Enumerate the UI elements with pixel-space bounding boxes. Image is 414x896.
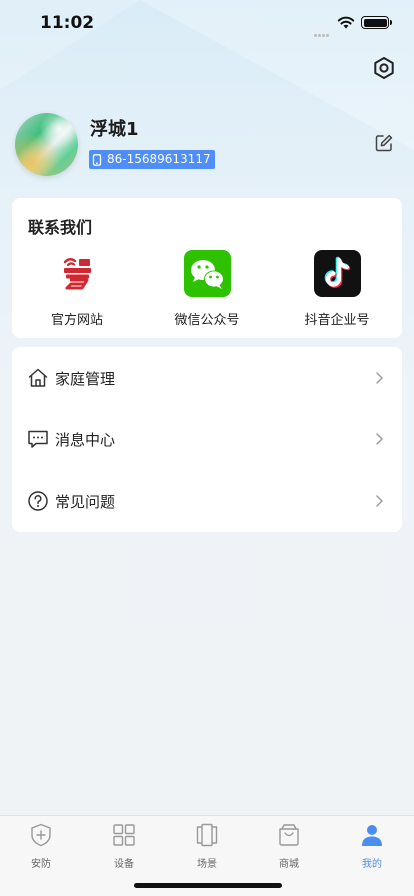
shield-icon xyxy=(31,823,51,847)
status-bar: 11:02 xyxy=(0,0,414,48)
contact-us-card: 联系我们 官方网站 微信公众号 抖音企业号 xyxy=(12,198,402,338)
edit-icon[interactable] xyxy=(374,133,394,153)
home-indicator xyxy=(134,883,282,888)
chevron-right-icon xyxy=(376,372,383,384)
contact-label-website: 官方网站 xyxy=(50,313,103,328)
tab-security[interactable]: 安防 xyxy=(11,822,71,872)
question-icon xyxy=(28,491,48,511)
menu-item-faq[interactable]: 常见问题 xyxy=(12,470,402,532)
tab-mine[interactable]: 我的 xyxy=(342,822,402,872)
official-website-icon xyxy=(53,250,101,297)
menu-label-message-center: 消息中心 xyxy=(55,431,116,449)
wechat-icon xyxy=(183,250,231,297)
cellular-signal-icon xyxy=(314,22,332,37)
wifi-icon xyxy=(337,16,355,29)
tab-label-devices: 设备 xyxy=(114,859,134,870)
menu-item-message-center[interactable]: 消息中心 xyxy=(12,408,402,470)
message-icon xyxy=(28,430,48,448)
settings-menu-card: 家庭管理 消息中心 常见问题 xyxy=(12,347,402,532)
tab-devices[interactable]: 设备 xyxy=(94,822,154,872)
contact-label-douyin: 抖音企业号 xyxy=(304,313,370,328)
tab-shop[interactable]: 商城 xyxy=(259,822,319,872)
tab-scenes[interactable]: 场景 xyxy=(177,822,237,872)
phone-number: 86-15689613117 xyxy=(107,152,211,166)
tab-label-shop: 商城 xyxy=(279,859,299,870)
chevron-right-icon xyxy=(376,495,383,507)
tab-label-scenes: 场景 xyxy=(197,859,217,870)
tab-label-security: 安防 xyxy=(31,859,51,870)
user-icon xyxy=(362,825,382,846)
chevron-right-icon xyxy=(376,433,383,445)
user-name: 浮城1 xyxy=(90,119,139,140)
menu-label-family-management: 家庭管理 xyxy=(55,370,116,388)
battery-icon xyxy=(361,16,392,29)
tab-label-mine: 我的 xyxy=(362,859,382,870)
shop-bag-icon xyxy=(279,824,299,846)
menu-label-faq: 常见问题 xyxy=(55,493,116,511)
scene-icon xyxy=(196,823,218,847)
contact-official-website[interactable]: 官方网站 xyxy=(22,250,132,330)
contact-us-title: 联系我们 xyxy=(28,218,93,237)
phone-badge: 86-15689613117 xyxy=(89,150,215,169)
contact-douyin[interactable]: 抖音企业号 xyxy=(282,250,392,330)
avatar[interactable] xyxy=(15,113,78,176)
phone-icon xyxy=(92,153,102,166)
douyin-icon xyxy=(313,250,361,297)
status-time: 11:02 xyxy=(40,13,95,33)
contact-label-wechat: 微信公众号 xyxy=(174,313,240,328)
menu-item-family-management[interactable]: 家庭管理 xyxy=(12,347,402,409)
grid-icon xyxy=(113,824,135,846)
settings-hexagon-icon[interactable] xyxy=(371,55,397,81)
home-icon xyxy=(28,368,48,387)
contact-wechat[interactable]: 微信公众号 xyxy=(152,250,262,330)
